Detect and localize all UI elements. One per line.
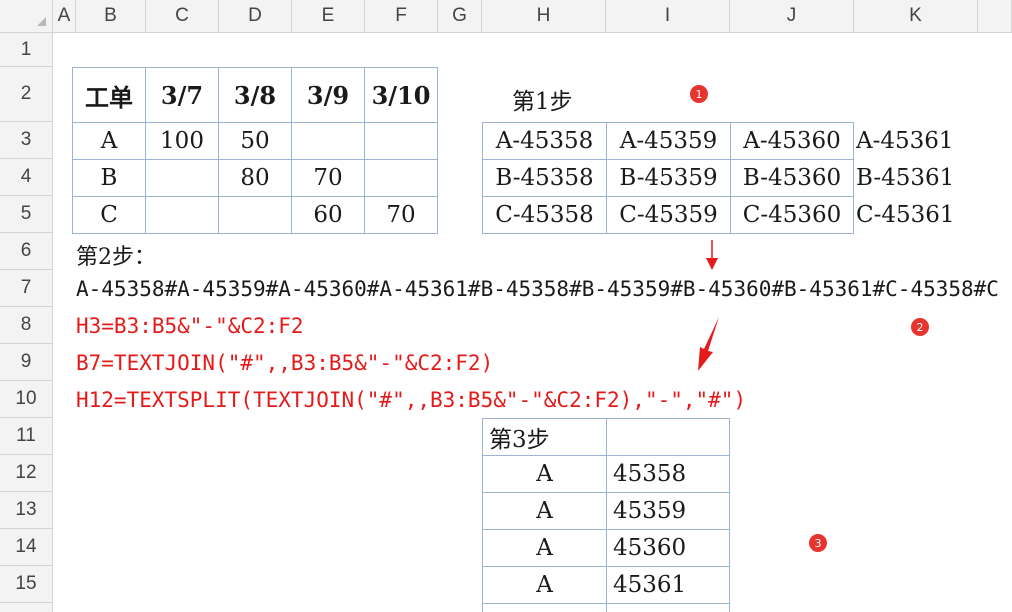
step2-title[interactable]: 第2步： (76, 239, 156, 271)
table-cell[interactable]: B-45360 (730, 159, 854, 197)
row-header-15[interactable]: 15 (0, 566, 53, 603)
row-header-11[interactable]: 11 (0, 418, 53, 455)
column-header-h[interactable]: H (482, 0, 606, 33)
column-header-j[interactable]: J (730, 0, 854, 33)
row-header-6[interactable]: 6 (0, 233, 53, 270)
table-cell[interactable] (364, 122, 438, 160)
table-cell[interactable]: C-45361 (850, 196, 978, 234)
header-cell[interactable]: 3/10 (364, 67, 438, 123)
spreadsheet: A B C D E F G H I J K 1 2 3 4 5 6 7 8 9 … (0, 0, 1012, 612)
table-cell[interactable] (145, 159, 219, 197)
row-header-14[interactable]: 14 (0, 529, 53, 566)
column-header-k[interactable]: K (854, 0, 978, 33)
table-cell[interactable]: 50 (218, 122, 292, 160)
row-header-2[interactable]: 2 (0, 67, 53, 122)
table-cell[interactable]: B-45361 (850, 159, 978, 197)
table-cell[interactable]: B-45358 (482, 159, 607, 197)
table-cell[interactable]: 80 (218, 159, 292, 197)
table-cell[interactable]: B (72, 159, 146, 197)
table-cell[interactable]: 45360 (606, 529, 730, 567)
table-cell[interactable]: 100 (145, 122, 219, 160)
row-header-13[interactable]: 13 (0, 492, 53, 529)
header-cell[interactable]: 工单 (72, 67, 146, 123)
table-cell[interactable]: 70 (364, 196, 438, 234)
table-cell[interactable]: A-45359 (606, 122, 731, 160)
step1-title[interactable]: 第1步 (512, 82, 573, 116)
table-cell[interactable]: A-45360 (730, 122, 854, 160)
table-cell[interactable]: 45359 (606, 492, 730, 530)
table-cell[interactable]: C (72, 196, 146, 234)
table-cell[interactable]: A (482, 566, 607, 604)
table-cell[interactable]: C-45360 (730, 196, 854, 234)
table-cell[interactable] (364, 159, 438, 197)
column-header-d[interactable]: D (219, 0, 292, 33)
table-cell[interactable]: C-45358 (482, 196, 607, 234)
table-cell[interactable] (145, 196, 219, 234)
column-header-g[interactable]: G (438, 0, 482, 33)
table-cell[interactable]: 45358 (606, 455, 730, 493)
column-header-a[interactable]: A (53, 0, 76, 33)
table-cell[interactable]: A (482, 529, 607, 567)
row-header-9[interactable]: 9 (0, 344, 53, 381)
table-cell[interactable]: 45361 (606, 566, 730, 604)
header-cell[interactable]: 3/9 (291, 67, 365, 123)
step-badge-1: 1 (690, 85, 708, 103)
row-header-12[interactable]: 12 (0, 455, 53, 492)
step-badge-3: 3 (809, 534, 827, 552)
table-cell[interactable] (218, 196, 292, 234)
column-header-b[interactable]: B (76, 0, 146, 33)
row-header-10[interactable]: 10 (0, 381, 53, 418)
header-cell[interactable]: 3/8 (218, 67, 292, 123)
row-header-5[interactable]: 5 (0, 196, 53, 233)
table-cell[interactable] (482, 603, 607, 612)
table-cell[interactable] (606, 603, 730, 612)
select-all-icon (37, 17, 46, 26)
formula-h12[interactable]: H12=TEXTSPLIT(TEXTJOIN("#",,B3:B5&"-"&C2… (76, 388, 746, 412)
down-arrow-icon (706, 240, 718, 270)
table-cell[interactable]: A (482, 455, 607, 493)
select-all-corner[interactable] (0, 0, 53, 33)
row-header-1[interactable]: 1 (0, 33, 53, 67)
header-cell[interactable]: 3/7 (145, 67, 219, 123)
table-cell[interactable] (606, 418, 730, 456)
table-cell[interactable]: B-45359 (606, 159, 731, 197)
row-header-8[interactable]: 8 (0, 307, 53, 344)
table-cell[interactable]: A-45361 (850, 122, 978, 160)
row-header-7[interactable]: 7 (0, 270, 53, 307)
table-cell[interactable]: 70 (291, 159, 365, 197)
column-header-i[interactable]: I (606, 0, 730, 33)
table-cell[interactable]: A-45358 (482, 122, 607, 160)
formula-h3[interactable]: H3=B3:B5&"-"&C2:F2 (76, 314, 304, 338)
formula-b7[interactable]: B7=TEXTJOIN("#",,B3:B5&"-"&C2:F2) (76, 351, 493, 375)
column-header-f[interactable]: F (365, 0, 438, 33)
step3-title[interactable]: 第3步 (482, 418, 607, 456)
row-header-16[interactable]: 16 (0, 603, 53, 612)
column-header-c[interactable]: C (146, 0, 219, 33)
joined-text[interactable]: A-45358#A-45359#A-45360#A-45361#B-45358#… (76, 277, 999, 301)
table-cell[interactable]: A (482, 492, 607, 530)
step-badge-2: 2 (911, 318, 929, 336)
table-cell[interactable]: 60 (291, 196, 365, 234)
diagonal-arrow-icon (698, 317, 719, 371)
column-header-l[interactable] (978, 0, 1012, 33)
table-cell[interactable]: A (72, 122, 146, 160)
row-header-3[interactable]: 3 (0, 122, 53, 159)
row-header-4[interactable]: 4 (0, 159, 53, 196)
table-cell[interactable] (291, 122, 365, 160)
table-cell[interactable]: C-45359 (606, 196, 731, 234)
column-header-e[interactable]: E (292, 0, 365, 33)
